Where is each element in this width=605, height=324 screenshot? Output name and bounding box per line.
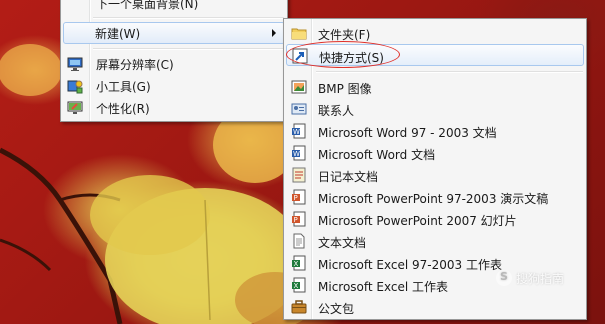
display-icon [67,56,83,72]
menu-separator [316,71,583,73]
svg-text:P: P [294,194,298,202]
submenu-item-label: BMP 图像 [318,82,372,96]
submenu-item-contact[interactable]: 联系人 [286,98,584,120]
menu-item-screen-resolution[interactable]: 屏幕分辨率(C) [63,53,285,75]
menu-item-new[interactable]: 新建(W) [63,22,285,44]
submenu-item-bmp[interactable]: BMP 图像 [286,76,584,98]
menu-item-label: 下一个桌面背景(N) [96,0,199,11]
submenu-item-label: 日记本文档 [318,170,379,184]
submenu-item-label: Microsoft Excel 97-2003 工作表 [318,258,502,272]
svg-text:P: P [294,216,298,224]
menu-item-label: 小工具(G) [96,79,151,94]
menu-item-label: 屏幕分辨率(C) [96,57,174,72]
bitmap-icon [291,79,307,95]
contact-icon [291,101,307,117]
menu-item-label: 个性化(R) [96,101,150,116]
menu-item-label: 新建(W) [95,26,141,41]
svg-text:X: X [294,260,299,268]
menu-item-gadgets[interactable]: 小工具(G) [63,75,285,97]
personalize-icon [67,100,83,116]
submenu-item-powerpoint-2007[interactable]: P Microsoft PowerPoint 2007 幻灯片 [286,208,584,230]
powerpoint-ppt-icon: P [291,189,307,205]
journal-icon [291,167,307,183]
excel-xlsx-icon: X [291,277,307,293]
svg-text:W: W [293,150,300,158]
menu-item-next-background[interactable]: 下一个桌面背景(N) [63,0,285,14]
highlight-annotation-circle [286,41,400,68]
excel-xls-icon: X [291,255,307,271]
submenu-item-text-document[interactable]: 文本文档 [286,230,584,252]
submenu-item-powerpoint-97-2003[interactable]: P Microsoft PowerPoint 97-2003 演示文稿 [286,186,584,208]
briefcase-icon [291,299,307,315]
svg-text:X: X [294,282,299,290]
submenu-item-label: 公文包 [318,302,355,316]
submenu-item-label: 联系人 [318,104,355,118]
submenu-item-label: 文本文档 [318,236,367,250]
gadgets-icon [67,78,83,94]
text-file-icon [291,233,307,249]
submenu-item-briefcase[interactable]: 公文包 [286,296,584,318]
submenu-item-word[interactable]: W Microsoft Word 文档 [286,142,584,164]
watermark: 搜狗指南 [496,267,596,289]
submenu-item-label: Microsoft Excel 工作表 [318,280,449,294]
powerpoint-pptx-icon: P [291,211,307,227]
folder-icon [291,25,307,41]
chevron-right-icon [272,29,276,37]
submenu-item-word-97-2003[interactable]: W Microsoft Word 97 - 2003 文档 [286,120,584,142]
submenu-item-label: Microsoft Word 文档 [318,148,436,162]
submenu-item-label: Microsoft PowerPoint 97-2003 演示文稿 [318,192,549,206]
menu-separator [93,48,284,50]
submenu-item-journal[interactable]: 日记本文档 [286,164,584,186]
svg-text:W: W [293,128,300,136]
word-doc-icon: W [291,123,307,139]
watermark-logo-icon [496,270,512,286]
watermark-text: 搜狗指南 [516,271,565,286]
menu-item-personalize[interactable]: 个性化(R) [63,97,285,119]
word-docx-icon: W [291,145,307,161]
submenu-item-label: Microsoft Word 97 - 2003 文档 [318,126,497,140]
submenu-item-label: Microsoft PowerPoint 2007 幻灯片 [318,214,517,228]
menu-separator [93,17,284,19]
desktop-context-menu: 下一个桌面背景(N) 新建(W) 屏幕分辨率(C) 小工具(G) 个性化(R) [60,0,288,122]
